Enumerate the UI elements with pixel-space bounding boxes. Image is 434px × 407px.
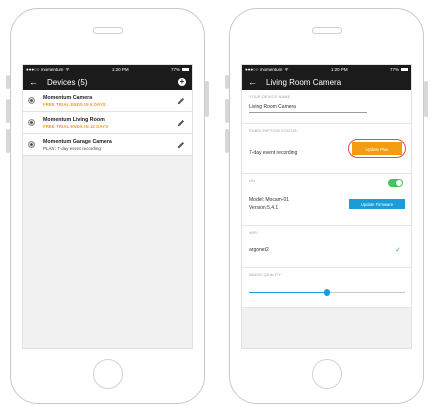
power-section: ON Model: Mocam-01 Version:5.4.1 Update … [242, 174, 411, 226]
speaker-grille [311, 27, 342, 34]
page-title: Devices (5) [47, 77, 88, 87]
pencil-icon[interactable] [177, 97, 185, 105]
devices-screen: ●●●○○ momentum ᯤ 1:20 PM 77% ← Devices (… [22, 64, 193, 349]
back-arrow-icon[interactable]: ← [248, 77, 260, 87]
battery-percent: 77% [170, 67, 180, 72]
model-label: Model: Mocam-01 [249, 197, 290, 203]
wifi-network-name[interactable]: argonet2 [249, 247, 269, 253]
home-button [311, 359, 342, 389]
clock: 1:20 PM [111, 67, 129, 72]
device-name: Momentum Living Room [43, 116, 105, 123]
battery-percent: 77% [389, 67, 399, 72]
device-list: Momentum Camera FREE TRIAL ENDS IN 5 DAY… [23, 90, 192, 156]
version-label: Version:5.4.1 [249, 205, 279, 211]
carrier-label: ●●●○○ momentum [245, 67, 283, 72]
status-bar: ●●●○○ momentum ᯤ 1:20 PM 77% [242, 65, 411, 74]
wifi-label: WIFI [249, 231, 258, 235]
device-name: Momentum Camera [43, 94, 93, 101]
check-icon: ✓ [395, 247, 401, 254]
device-name-field[interactable]: Living Room Camera [249, 104, 367, 113]
speaker-grille [92, 27, 123, 34]
power-button [424, 81, 428, 117]
device-name-label: YOUR DEVICE NAME [249, 95, 291, 99]
device-row[interactable]: Momentum Camera FREE TRIAL ENDS IN 5 DAY… [23, 90, 192, 112]
pencil-icon[interactable] [177, 141, 185, 149]
wifi-icon: ᯤ [284, 66, 289, 72]
device-name-section: YOUR DEVICE NAME Living Room Camera [242, 90, 411, 124]
volume-down-button [6, 129, 10, 153]
power-button [205, 81, 209, 117]
volume-down-button [225, 129, 229, 153]
wifi-section: WIFI argonet2 ✓ [242, 226, 411, 268]
update-firmware-button[interactable]: Update Firmware [349, 199, 405, 209]
camera-icon [28, 97, 35, 104]
device-trial-status: FREE TRIAL ENDS IN 5 DAYS [43, 101, 106, 107]
camera-settings-screen: ●●●○○ momentum ᯤ 1:20 PM 77% ← Living Ro… [241, 64, 412, 349]
home-button [92, 359, 123, 389]
carrier-label: ●●●○○ momentum [26, 67, 64, 72]
battery-icon [401, 68, 408, 71]
volume-up-button [6, 99, 10, 123]
subscription-section: SUBSCRIPTION STATUS 7-day event recordin… [242, 124, 411, 174]
image-quality-section: IMAGE QUALITY [242, 268, 411, 308]
status-bar: ●●●○○ momentum ᯤ 1:20 PM 77% [23, 65, 192, 74]
clock: 1:20 PM [330, 67, 348, 72]
highlight-ring: Update Plan [348, 139, 406, 158]
device-plan-status: PLAN: 7-day event recording [43, 145, 101, 151]
add-device-icon[interactable]: + [178, 78, 186, 86]
device-row[interactable]: Momentum Living Room FREE TRIAL ENDS IN … [23, 112, 192, 134]
pencil-icon[interactable] [177, 119, 185, 127]
phone-frame-devices: ●●●○○ momentum ᯤ 1:20 PM 77% ← Devices (… [6, 8, 209, 404]
device-trial-status: FREE TRIAL ENDS IN 12 DAYS [43, 123, 109, 129]
nav-bar: ← Devices (5) + [23, 74, 192, 90]
camera-icon [28, 141, 35, 148]
image-quality-slider[interactable] [249, 289, 405, 296]
slider-fill [249, 292, 327, 294]
device-name: Momentum Garage Camera [43, 138, 112, 145]
back-arrow-icon[interactable]: ← [29, 77, 41, 87]
phone-frame-settings: ●●●○○ momentum ᯤ 1:20 PM 77% ← Living Ro… [225, 8, 428, 404]
page-title: Living Room Camera [266, 77, 342, 87]
power-toggle[interactable] [388, 179, 403, 187]
subscription-label: SUBSCRIPTION STATUS [249, 129, 297, 133]
image-quality-label: IMAGE QUALITY [249, 273, 282, 277]
battery-icon [182, 68, 189, 71]
nav-bar: ← Living Room Camera [242, 74, 411, 90]
on-label: ON [249, 179, 256, 183]
firmware-info: Model: Mocam-01 Version:5.4.1 [249, 196, 289, 212]
mute-switch [6, 75, 10, 89]
camera-icon [28, 119, 35, 126]
wifi-icon: ᯤ [65, 66, 70, 72]
volume-up-button [225, 99, 229, 123]
toggle-knob [396, 180, 402, 186]
subscription-value: 7-day event recording [249, 150, 298, 156]
update-plan-button[interactable]: Update Plan [352, 142, 402, 155]
device-row[interactable]: Momentum Garage Camera PLAN: 7-day event… [23, 134, 192, 156]
mute-switch [225, 75, 229, 89]
slider-knob[interactable] [323, 289, 331, 296]
